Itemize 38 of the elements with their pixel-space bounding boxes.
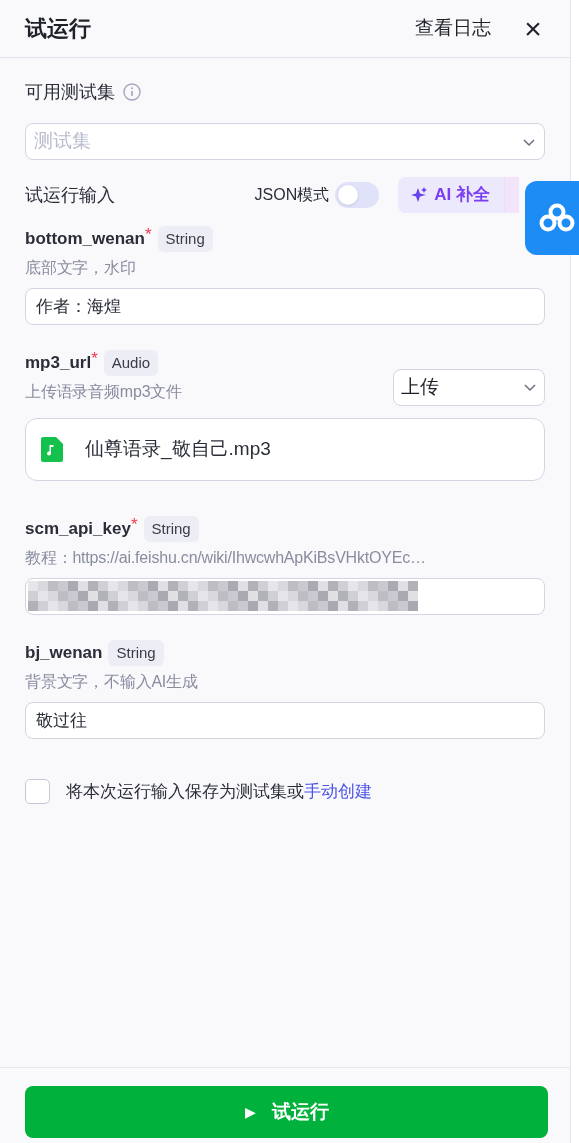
field-name: mp3_url	[25, 353, 92, 375]
input-field[interactable]: 敬过往	[25, 702, 545, 739]
ai-options-dropdown[interactable]	[505, 177, 519, 213]
required-asterisk: *	[130, 515, 138, 534]
field-description: 底部文字，水印	[25, 258, 137, 278]
audio-file-icon	[41, 437, 63, 462]
field-name: bj_wenan	[25, 642, 103, 665]
field-description: 背景文字，不输入AI生成	[25, 672, 199, 692]
type-tag: String	[143, 516, 199, 542]
close-button[interactable]: ×	[521, 13, 545, 44]
input-field[interactable]: 作者：海煌	[25, 288, 545, 325]
json-mode-label: JSON模式	[254, 185, 330, 205]
upload-mode-select[interactable]: 上传	[393, 368, 545, 406]
sparkle-icon	[410, 186, 429, 204]
info-icon	[123, 83, 141, 101]
section-label: 可用测试集	[25, 80, 115, 104]
field-name: bottom_wenan	[25, 228, 145, 251]
manual-create-link[interactable]: 手动创建	[304, 779, 372, 805]
type-tag: String	[157, 226, 213, 252]
panel-title: 试运行	[25, 15, 91, 43]
section-label: 试运行输入	[25, 183, 116, 207]
type-tag: String	[108, 640, 164, 666]
ai-complete-button[interactable]: AI 补全	[398, 177, 504, 213]
required-asterisk: *	[91, 349, 98, 369]
cloud-link-icon	[539, 203, 575, 233]
field-description: 上传语录音频mp3文件	[25, 382, 183, 402]
required-asterisk: *	[144, 225, 152, 245]
field-name: scm_api_key	[25, 519, 131, 541]
field-description: 教程：https://ai.feishu.cn/wiki/IhwcwhApKiBsVHktOYEc…	[25, 548, 427, 568]
json-mode-toggle[interactable]	[335, 182, 380, 208]
input-field[interactable]	[25, 578, 545, 615]
view-log-link[interactable]: 查看日志	[415, 14, 491, 43]
checkbox-label: 将本次运行输入保存为测试集或	[66, 781, 304, 803]
floating-assistant-button[interactable]	[525, 181, 579, 255]
save-checkbox[interactable]	[25, 779, 50, 805]
play-icon: ▶	[244, 1101, 256, 1123]
type-tag: Audio	[103, 350, 159, 376]
file-name: 仙尊语录_敬自己.mp3	[85, 437, 271, 462]
